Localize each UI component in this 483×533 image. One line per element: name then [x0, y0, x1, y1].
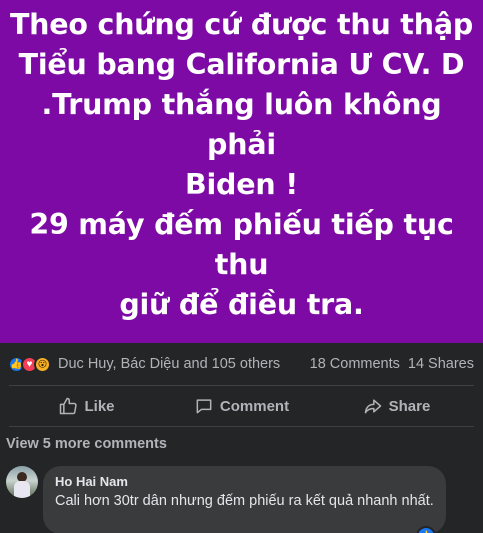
shares-count[interactable]: 14 Shares	[408, 356, 474, 372]
reaction-names[interactable]: Duc Huy, Bác Diệu and 105 others	[58, 356, 310, 372]
reaction-icons[interactable]: 👍 ♥ 😮	[8, 355, 51, 373]
comment-text: Cali hơn 30tr dân nhưng đếm phiếu ra kết…	[55, 493, 434, 509]
share-icon	[364, 399, 381, 414]
post-actions: Like Comment Share	[9, 386, 474, 426]
comment-item: Ho Hai Nam Cali hơn 30tr dân nhưng đếm p…	[6, 466, 446, 533]
reactions-bar: 👍 ♥ 😮 Duc Huy, Bác Diệu and 105 others 1…	[0, 343, 483, 385]
divider	[9, 426, 474, 427]
comment-button[interactable]: Comment	[164, 389, 319, 423]
share-button[interactable]: Share	[319, 389, 474, 423]
post-image[interactable]: Theo chứng cứ được thu thập Tiểu bang Ca…	[0, 0, 483, 343]
avatar[interactable]	[6, 466, 38, 498]
comment-bubble: Ho Hai Nam Cali hơn 30tr dân nhưng đếm p…	[43, 466, 446, 533]
comment-label: Comment	[219, 397, 290, 415]
comment-icon	[196, 399, 212, 414]
like-button[interactable]: Like	[9, 389, 164, 423]
post-image-text: Theo chứng cứ được thu thập Tiểu bang Ca…	[9, 7, 474, 321]
like-label: Like	[84, 397, 115, 415]
thumbs-up-icon	[60, 397, 78, 415]
wow-reaction-icon: 😮	[34, 355, 51, 373]
view-more-comments-link[interactable]: View 5 more comments	[6, 436, 167, 452]
share-label: Share	[388, 397, 431, 415]
comment-author[interactable]: Ho Hai Nam	[55, 474, 434, 489]
comments-count[interactable]: 18 Comments	[310, 356, 400, 372]
